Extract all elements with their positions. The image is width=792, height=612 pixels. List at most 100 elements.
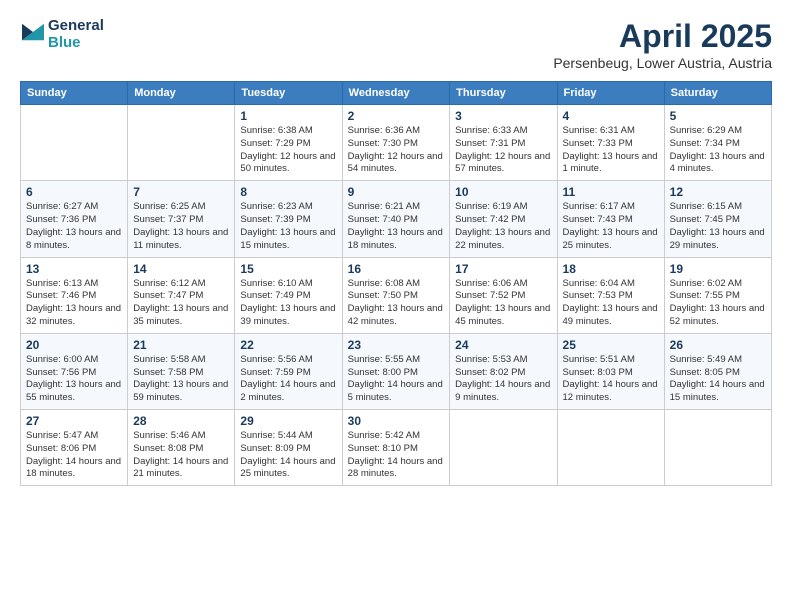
- col-friday: Friday: [557, 82, 664, 105]
- day-info: Sunrise: 5:47 AMSunset: 8:06 PMDaylight:…: [26, 430, 122, 481]
- day-info: Sunrise: 6:31 AMSunset: 7:33 PMDaylight:…: [563, 125, 659, 176]
- day-number: 15: [240, 262, 336, 276]
- calendar-cell: 12Sunrise: 6:15 AMSunset: 7:45 PMDayligh…: [664, 181, 771, 257]
- title-block: April 2025 Persenbeug, Lower Austria, Au…: [553, 18, 772, 71]
- day-number: 1: [240, 109, 336, 123]
- day-number: 20: [26, 338, 122, 352]
- calendar-cell: 4Sunrise: 6:31 AMSunset: 7:33 PMDaylight…: [557, 105, 664, 181]
- day-number: 7: [133, 185, 229, 199]
- day-info: Sunrise: 6:36 AMSunset: 7:30 PMDaylight:…: [348, 125, 445, 176]
- day-info: Sunrise: 5:56 AMSunset: 7:59 PMDaylight:…: [240, 354, 336, 405]
- calendar-cell: [128, 105, 235, 181]
- day-number: 25: [563, 338, 659, 352]
- calendar-cell: [21, 105, 128, 181]
- day-number: 23: [348, 338, 445, 352]
- day-info: Sunrise: 6:08 AMSunset: 7:50 PMDaylight:…: [348, 278, 445, 329]
- col-tuesday: Tuesday: [235, 82, 342, 105]
- calendar-cell: 8 Sunrise: 6:23 AMSunset: 7:39 PMDaylight…: [235, 181, 342, 257]
- calendar-week-row: 1Sunrise: 6:38 AMSunset: 7:29 PMDaylight…: [21, 105, 772, 181]
- day-number: 27: [26, 414, 122, 428]
- day-info: Sunrise: 5:44 AMSunset: 8:09 PMDaylight:…: [240, 430, 336, 481]
- logo-text-line1: General: [48, 18, 104, 35]
- day-number: 12: [670, 185, 766, 199]
- logo: General Blue: [20, 18, 104, 51]
- day-info: Sunrise: 6:19 AMSunset: 7:42 PMDaylight:…: [455, 201, 551, 252]
- col-thursday: Thursday: [450, 82, 557, 105]
- day-info: Sunrise: 5:55 AMSunset: 8:00 PMDaylight:…: [348, 354, 445, 405]
- day-number: 14: [133, 262, 229, 276]
- calendar-cell: 13Sunrise: 6:13 AMSunset: 7:46 PMDayligh…: [21, 257, 128, 333]
- day-info: Sunrise: 6:33 AMSunset: 7:31 PMDaylight:…: [455, 125, 551, 176]
- day-number: 29: [240, 414, 336, 428]
- day-info: Sunrise: 5:51 AMSunset: 8:03 PMDaylight:…: [563, 354, 659, 405]
- day-info: Sunrise: 6:12 AMSunset: 7:47 PMDaylight:…: [133, 278, 229, 329]
- month-title: April 2025: [553, 18, 772, 55]
- page: General Blue April 2025 Persenbeug, Lowe…: [0, 0, 792, 612]
- day-number: 3: [455, 109, 551, 123]
- calendar-cell: 18 Sunrise: 6:04 AMSunset: 7:53 PMDayligh…: [557, 257, 664, 333]
- day-number: 11: [563, 185, 659, 199]
- calendar-table: Sunday Monday Tuesday Wednesday Thursday…: [20, 81, 772, 486]
- calendar-cell: 24 Sunrise: 5:53 AMSunset: 8:02 PMDayligh…: [450, 333, 557, 409]
- calendar-cell: [664, 410, 771, 486]
- day-info: Sunrise: 6:04 AMSunset: 7:53 PMDaylight:…: [563, 278, 659, 329]
- calendar-cell: 3 Sunrise: 6:33 AMSunset: 7:31 PMDaylight…: [450, 105, 557, 181]
- day-number: 13: [26, 262, 122, 276]
- day-info: Sunrise: 6:06 AMSunset: 7:52 PMDaylight:…: [455, 278, 551, 329]
- day-number: 2: [348, 109, 445, 123]
- day-number: 22: [240, 338, 336, 352]
- day-info: Sunrise: 6:17 AMSunset: 7:43 PMDaylight:…: [563, 201, 659, 252]
- calendar-cell: 25 Sunrise: 5:51 AMSunset: 8:03 PMDayligh…: [557, 333, 664, 409]
- calendar-cell: 22 Sunrise: 5:56 AMSunset: 7:59 PMDayligh…: [235, 333, 342, 409]
- calendar-cell: 9 Sunrise: 6:21 AMSunset: 7:40 PMDaylight…: [342, 181, 450, 257]
- day-number: 9: [348, 185, 445, 199]
- calendar-cell: 30 Sunrise: 5:42 AMSunset: 8:10 PMDayligh…: [342, 410, 450, 486]
- logo-text-line2: Blue: [48, 35, 104, 52]
- day-number: 17: [455, 262, 551, 276]
- col-sunday: Sunday: [21, 82, 128, 105]
- day-number: 19: [670, 262, 766, 276]
- calendar-week-row: 13Sunrise: 6:13 AMSunset: 7:46 PMDayligh…: [21, 257, 772, 333]
- calendar-cell: 15 Sunrise: 6:10 AMSunset: 7:49 PMDayligh…: [235, 257, 342, 333]
- day-info: Sunrise: 5:42 AMSunset: 8:10 PMDaylight:…: [348, 430, 445, 481]
- day-info: Sunrise: 6:23 AMSunset: 7:39 PMDaylight:…: [240, 201, 336, 252]
- header: General Blue April 2025 Persenbeug, Lowe…: [20, 18, 772, 71]
- calendar-cell: [557, 410, 664, 486]
- calendar-cell: 17 Sunrise: 6:06 AMSunset: 7:52 PMDayligh…: [450, 257, 557, 333]
- calendar-cell: 28 Sunrise: 5:46 AMSunset: 8:08 PMDayligh…: [128, 410, 235, 486]
- day-number: 24: [455, 338, 551, 352]
- col-wednesday: Wednesday: [342, 82, 450, 105]
- col-saturday: Saturday: [664, 82, 771, 105]
- day-info: Sunrise: 5:58 AMSunset: 7:58 PMDaylight:…: [133, 354, 229, 405]
- calendar-cell: 20 Sunrise: 6:00 AMSunset: 7:56 PMDayligh…: [21, 333, 128, 409]
- calendar-cell: 5Sunrise: 6:29 AMSunset: 7:34 PMDaylight…: [664, 105, 771, 181]
- calendar-cell: 10 Sunrise: 6:19 AMSunset: 7:42 PMDayligh…: [450, 181, 557, 257]
- calendar-cell: [450, 410, 557, 486]
- day-info: Sunrise: 5:49 AMSunset: 8:05 PMDaylight:…: [670, 354, 766, 405]
- calendar-cell: 14 Sunrise: 6:12 AMSunset: 7:47 PMDayligh…: [128, 257, 235, 333]
- day-info: Sunrise: 6:10 AMSunset: 7:49 PMDaylight:…: [240, 278, 336, 329]
- day-number: 6: [26, 185, 122, 199]
- day-number: 28: [133, 414, 229, 428]
- day-number: 18: [563, 262, 659, 276]
- day-info: Sunrise: 5:46 AMSunset: 8:08 PMDaylight:…: [133, 430, 229, 481]
- calendar-week-row: 6Sunrise: 6:27 AMSunset: 7:36 PMDaylight…: [21, 181, 772, 257]
- calendar-week-row: 20 Sunrise: 6:00 AMSunset: 7:56 PMDayligh…: [21, 333, 772, 409]
- calendar-cell: 21Sunrise: 5:58 AMSunset: 7:58 PMDayligh…: [128, 333, 235, 409]
- calendar-cell: 29 Sunrise: 5:44 AMSunset: 8:09 PMDayligh…: [235, 410, 342, 486]
- day-info: Sunrise: 6:29 AMSunset: 7:34 PMDaylight:…: [670, 125, 766, 176]
- day-number: 30: [348, 414, 445, 428]
- calendar-cell: 7 Sunrise: 6:25 AMSunset: 7:37 PMDaylight…: [128, 181, 235, 257]
- col-monday: Monday: [128, 82, 235, 105]
- calendar-cell: 1Sunrise: 6:38 AMSunset: 7:29 PMDaylight…: [235, 105, 342, 181]
- day-info: Sunrise: 5:53 AMSunset: 8:02 PMDaylight:…: [455, 354, 551, 405]
- day-number: 16: [348, 262, 445, 276]
- day-info: Sunrise: 6:00 AMSunset: 7:56 PMDaylight:…: [26, 354, 122, 405]
- day-info: Sunrise: 6:02 AMSunset: 7:55 PMDaylight:…: [670, 278, 766, 329]
- calendar-cell: 27 Sunrise: 5:47 AMSunset: 8:06 PMDayligh…: [21, 410, 128, 486]
- day-number: 8: [240, 185, 336, 199]
- day-number: 10: [455, 185, 551, 199]
- location-subtitle: Persenbeug, Lower Austria, Austria: [553, 55, 772, 71]
- day-info: Sunrise: 6:25 AMSunset: 7:37 PMDaylight:…: [133, 201, 229, 252]
- day-info: Sunrise: 6:21 AMSunset: 7:40 PMDaylight:…: [348, 201, 445, 252]
